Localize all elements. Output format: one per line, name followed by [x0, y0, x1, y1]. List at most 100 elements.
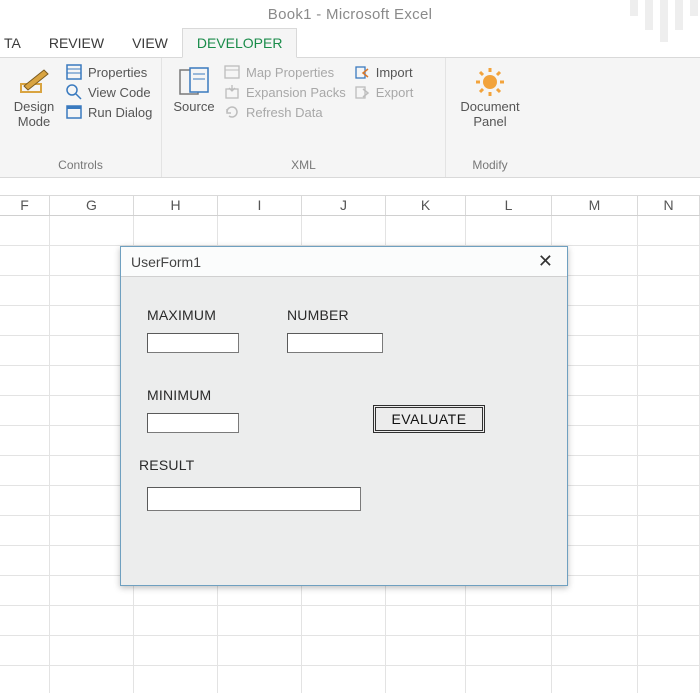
cell[interactable]	[552, 636, 638, 666]
cell[interactable]	[134, 666, 218, 693]
column-header-F[interactable]: F	[0, 196, 50, 215]
decoration-bars	[630, 0, 698, 42]
close-icon[interactable]: ✕	[532, 251, 559, 272]
number-input[interactable]	[287, 333, 383, 353]
result-input[interactable]	[147, 487, 361, 511]
cell[interactable]	[0, 456, 50, 486]
column-header-H[interactable]: H	[134, 196, 218, 215]
column-header-K[interactable]: K	[386, 196, 466, 215]
spreadsheet-grid[interactable]: FGHIJKLMN UserForm1 ✕ MAXIMUM NUMBER MIN…	[0, 196, 700, 693]
run-dialog-icon	[66, 104, 82, 120]
tab-review[interactable]: REVIEW	[35, 29, 118, 57]
cell[interactable]	[466, 216, 552, 246]
refresh-data-button: Refresh Data	[224, 104, 346, 120]
column-header-J[interactable]: J	[302, 196, 386, 215]
source-button[interactable]: Source	[168, 62, 220, 155]
cell[interactable]	[218, 666, 302, 693]
design-mode-button[interactable]: Design Mode	[6, 62, 62, 155]
cell[interactable]	[466, 606, 552, 636]
cell[interactable]	[134, 606, 218, 636]
column-header-M[interactable]: M	[552, 196, 638, 215]
column-header-N[interactable]: N	[638, 196, 700, 215]
userform-titlebar[interactable]: UserForm1 ✕	[121, 247, 567, 277]
cell[interactable]	[0, 246, 50, 276]
cell[interactable]	[218, 606, 302, 636]
cell[interactable]	[638, 486, 700, 516]
cell[interactable]	[466, 666, 552, 693]
cell[interactable]	[0, 636, 50, 666]
cell[interactable]	[638, 636, 700, 666]
tab-developer[interactable]: DEVELOPER	[182, 28, 298, 58]
cell[interactable]	[0, 216, 50, 246]
cell[interactable]	[638, 456, 700, 486]
cell[interactable]	[638, 606, 700, 636]
minimum-input[interactable]	[147, 413, 239, 433]
cell[interactable]	[638, 576, 700, 606]
tab-data[interactable]: TA	[0, 29, 35, 57]
cell[interactable]	[0, 546, 50, 576]
view-code-button[interactable]: View Code	[66, 84, 152, 100]
cell[interactable]	[0, 486, 50, 516]
cell[interactable]	[0, 366, 50, 396]
document-panel-label: Document Panel	[460, 100, 519, 130]
cell[interactable]	[552, 216, 638, 246]
column-header-I[interactable]: I	[218, 196, 302, 215]
cell[interactable]	[50, 606, 134, 636]
cell[interactable]	[302, 606, 386, 636]
cell[interactable]	[50, 216, 134, 246]
cell[interactable]	[552, 666, 638, 693]
tab-view[interactable]: VIEW	[118, 29, 182, 57]
evaluate-button[interactable]: EVALUATE	[373, 405, 485, 433]
cell[interactable]	[302, 636, 386, 666]
grid-row	[0, 216, 700, 246]
cell[interactable]	[218, 216, 302, 246]
cell[interactable]	[638, 246, 700, 276]
cell[interactable]	[638, 366, 700, 396]
cell[interactable]	[386, 666, 466, 693]
column-header-G[interactable]: G	[50, 196, 134, 215]
cell[interactable]	[0, 576, 50, 606]
cell[interactable]	[638, 546, 700, 576]
cell[interactable]	[0, 426, 50, 456]
cell[interactable]	[638, 516, 700, 546]
cell[interactable]	[0, 396, 50, 426]
cell[interactable]	[134, 636, 218, 666]
cell[interactable]	[218, 636, 302, 666]
cell[interactable]	[638, 336, 700, 366]
cell[interactable]	[0, 606, 50, 636]
app-title: Book1 - Microsoft Excel	[0, 0, 700, 26]
column-header-L[interactable]: L	[466, 196, 552, 215]
maximum-input[interactable]	[147, 333, 239, 353]
cell[interactable]	[302, 666, 386, 693]
cell[interactable]	[638, 666, 700, 693]
cell[interactable]	[134, 216, 218, 246]
cell[interactable]	[0, 516, 50, 546]
cell[interactable]	[638, 396, 700, 426]
cell[interactable]	[0, 336, 50, 366]
cell[interactable]	[386, 636, 466, 666]
cell[interactable]	[0, 276, 50, 306]
import-button[interactable]: Import	[354, 64, 414, 80]
cell[interactable]	[386, 216, 466, 246]
cell[interactable]	[638, 216, 700, 246]
column-headers[interactable]: FGHIJKLMN	[0, 196, 700, 216]
properties-button[interactable]: Properties	[66, 64, 152, 80]
cell[interactable]	[50, 636, 134, 666]
cell[interactable]	[50, 666, 134, 693]
document-panel-icon	[474, 66, 506, 98]
source-label: Source	[173, 100, 214, 115]
cell[interactable]	[552, 606, 638, 636]
cell[interactable]	[638, 276, 700, 306]
cell[interactable]	[638, 306, 700, 336]
cell[interactable]	[302, 216, 386, 246]
cell[interactable]	[0, 666, 50, 693]
controls-group-label: Controls	[6, 155, 155, 177]
minimum-label: MINIMUM	[147, 387, 211, 403]
document-panel-button[interactable]: Document Panel	[452, 62, 528, 155]
view-code-icon	[66, 84, 82, 100]
cell[interactable]	[386, 606, 466, 636]
cell[interactable]	[466, 636, 552, 666]
cell[interactable]	[0, 306, 50, 336]
cell[interactable]	[638, 426, 700, 456]
run-dialog-button[interactable]: Run Dialog	[66, 104, 152, 120]
